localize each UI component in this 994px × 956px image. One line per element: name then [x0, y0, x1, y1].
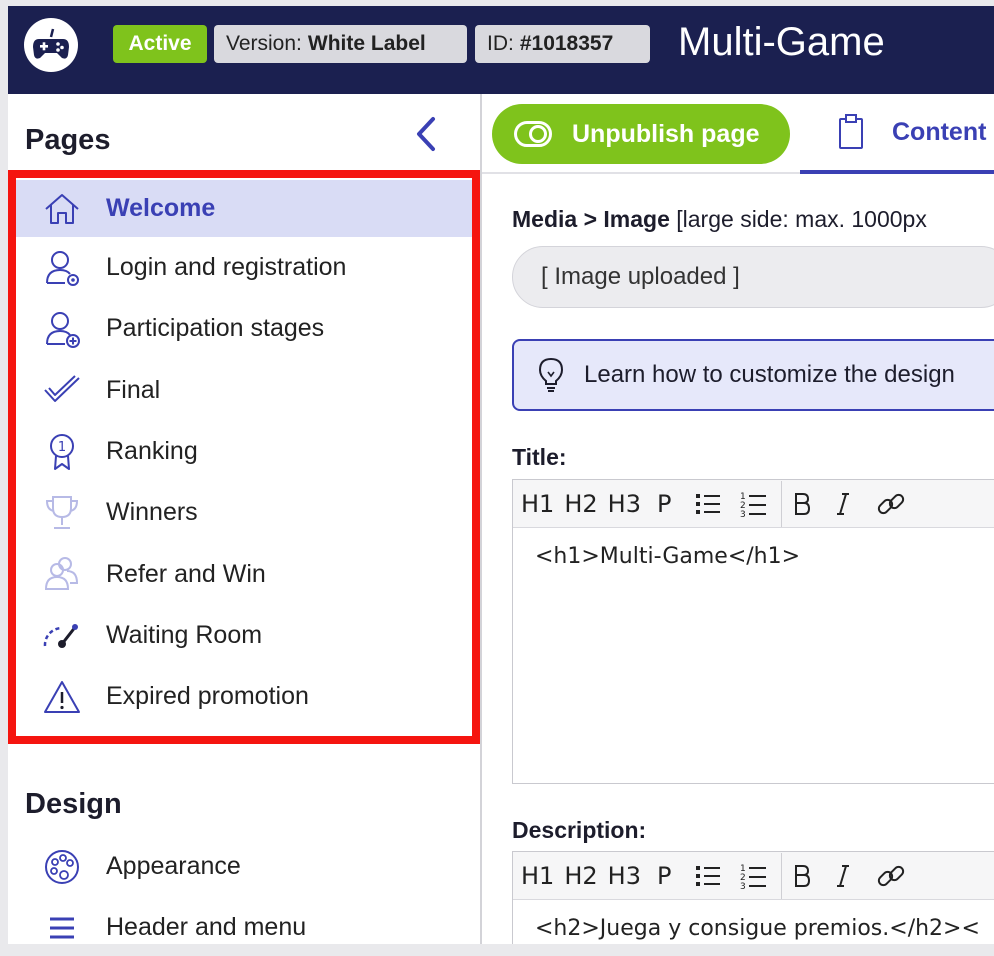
- sidebar-item-waiting-room[interactable]: Waiting Room: [16, 605, 472, 666]
- unpublish-label: Unpublish page: [572, 119, 760, 148]
- id-label: ID:: [487, 32, 514, 55]
- palette-icon: [42, 847, 82, 887]
- home-icon: [42, 189, 82, 229]
- link-icon[interactable]: [876, 480, 906, 528]
- bold-icon[interactable]: [794, 852, 811, 900]
- image-upload-field[interactable]: [ Image uploaded ]: [512, 246, 994, 308]
- chevron-left-icon: [417, 117, 435, 151]
- description-editor-content[interactable]: <h2>Juega y consigue premios.</h2><: [513, 900, 994, 944]
- gamepad-icon[interactable]: [24, 18, 78, 72]
- people-icon: [42, 554, 82, 594]
- main-panel: Unpublish page Content Media > Image [la…: [482, 94, 994, 944]
- tab-content[interactable]: Content: [800, 94, 994, 174]
- tab-bar: Unpublish page Content: [482, 94, 994, 174]
- tab-content-label: Content: [892, 117, 987, 146]
- title-editor-toolbar: H1 H2 H3 P 123: [513, 480, 994, 528]
- sidebar-item-header-and-menu[interactable]: Header and menu: [8, 897, 480, 944]
- description-editor[interactable]: H1 H2 H3 P 123 <h2>Juega y consigue prem…: [512, 851, 994, 944]
- bullet-list-icon[interactable]: [695, 852, 721, 900]
- pages-title: Pages: [25, 124, 111, 156]
- description-label: Description:: [512, 817, 647, 843]
- link-icon[interactable]: [876, 852, 906, 900]
- h2-button[interactable]: H2: [564, 480, 597, 528]
- toggle-icon: [514, 121, 552, 147]
- app-title: Multi-Game: [678, 20, 885, 64]
- design-help-link[interactable]: Learn how to customize the design: [512, 339, 994, 411]
- numbered-list-icon[interactable]: 123: [739, 852, 767, 900]
- sidebar-item-final[interactable]: Final: [16, 360, 472, 421]
- lightbulb-icon: [536, 355, 566, 395]
- unpublish-page-button[interactable]: Unpublish page: [492, 104, 790, 164]
- sidebar-item-participation-stages[interactable]: Participation stages: [16, 298, 472, 359]
- sidebar-item-expired-promotion[interactable]: Expired promotion: [16, 666, 472, 727]
- sidebar-item-login[interactable]: Login and registration: [16, 237, 472, 298]
- sidebar-item-label: Winners: [106, 498, 198, 527]
- paragraph-button[interactable]: P: [657, 480, 671, 528]
- sidebar-item-label: Login and registration: [106, 253, 347, 282]
- sidebar-item-label: Welcome: [106, 194, 216, 222]
- status-badge: Active: [113, 25, 207, 63]
- h1-button[interactable]: H1: [521, 852, 554, 900]
- sidebar-item-label: Appearance: [106, 852, 241, 881]
- sidebar-item-label: Header and menu: [106, 913, 307, 942]
- sidebar-item-refer-and-win[interactable]: Refer and Win: [16, 543, 472, 604]
- version-badge: Version: White Label: [214, 25, 467, 63]
- media-image-label: Media > Image [large side: max. 1000px: [512, 206, 927, 233]
- bold-icon[interactable]: [794, 480, 811, 528]
- description-editor-toolbar: H1 H2 H3 P 123: [513, 852, 994, 900]
- trophy-icon: [42, 493, 82, 533]
- design-list: Appearance Header and menu: [8, 836, 480, 944]
- title-editor-content[interactable]: <h1>Multi-Game</h1>: [513, 528, 994, 585]
- h3-button[interactable]: H3: [608, 480, 641, 528]
- clipboard-icon: [836, 112, 866, 152]
- paragraph-button[interactable]: P: [657, 852, 671, 900]
- design-title: Design: [25, 788, 122, 820]
- sidebar-item-label: Refer and Win: [106, 559, 266, 588]
- sidebar-item-label: Participation stages: [106, 314, 325, 343]
- h2-button[interactable]: H2: [564, 852, 597, 900]
- user-at-icon: [42, 248, 82, 288]
- title-label: Title:: [512, 444, 567, 470]
- version-label: Version:: [226, 32, 302, 55]
- gauge-icon: [42, 615, 82, 655]
- italic-icon[interactable]: [836, 852, 850, 900]
- svg-text:3: 3: [740, 882, 746, 890]
- bullet-list-icon[interactable]: [695, 480, 721, 528]
- id-value: #1018357: [519, 32, 614, 55]
- id-badge: ID: #1018357: [475, 25, 650, 63]
- toolbar-separator: [781, 480, 783, 527]
- toolbar-separator: [781, 852, 783, 899]
- top-bar: Active Version: White Label ID: #1018357…: [8, 6, 994, 94]
- warning-icon: [42, 677, 82, 717]
- media-hint: [large side: max. 1000px: [676, 206, 927, 232]
- menu-icon: [42, 908, 82, 944]
- sidebar-item-ranking[interactable]: 1 Ranking: [16, 421, 472, 482]
- sidebar-item-appearance[interactable]: Appearance: [8, 836, 480, 897]
- svg-text:3: 3: [740, 510, 746, 518]
- numbered-list-icon[interactable]: 123: [739, 480, 767, 528]
- version-value: White Label: [307, 32, 426, 55]
- italic-icon[interactable]: [836, 480, 850, 528]
- media-label-bold: Media > Image: [512, 206, 670, 232]
- sidebar: Pages Welcome Login and registration Par…: [8, 94, 480, 944]
- check-icon: [42, 370, 82, 410]
- tip-text: Learn how to customize the design: [584, 361, 955, 388]
- h3-button[interactable]: H3: [608, 852, 641, 900]
- svg-text:1: 1: [58, 440, 66, 455]
- sidebar-item-label: Expired promotion: [106, 682, 309, 711]
- collapse-sidebar-button[interactable]: [408, 112, 444, 156]
- sidebar-item-label: Final: [106, 375, 161, 404]
- sidebar-item-winners[interactable]: Winners: [16, 482, 472, 543]
- sidebar-item-welcome[interactable]: Welcome: [16, 180, 472, 237]
- pages-list: Welcome Login and registration Participa…: [8, 170, 480, 744]
- medal-icon: 1: [42, 432, 82, 472]
- sidebar-item-label: Ranking: [106, 437, 198, 466]
- h1-button[interactable]: H1: [521, 480, 554, 528]
- user-plus-icon: [42, 309, 82, 349]
- title-editor[interactable]: H1 H2 H3 P 123 <h1>Multi-Game</h1>: [512, 479, 994, 784]
- sidebar-item-label: Waiting Room: [106, 620, 263, 649]
